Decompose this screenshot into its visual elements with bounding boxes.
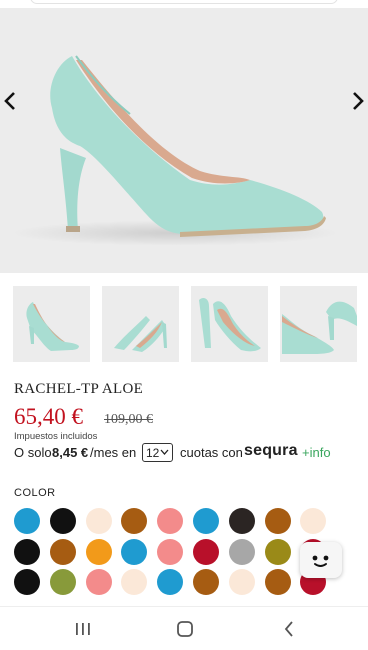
color-swatch[interactable] — [228, 538, 255, 565]
android-nav-bar — [0, 606, 368, 650]
current-price: 65,40 € — [14, 404, 83, 429]
prev-image-button[interactable] — [0, 86, 24, 116]
color-swatch[interactable] — [49, 569, 76, 595]
monthly-amount: 8,45 € — [52, 445, 89, 460]
color-swatch[interactable] — [157, 538, 184, 565]
product-name: RACHEL-TP ALOE — [14, 381, 144, 397]
shoe-image — [50, 55, 326, 237]
thumbnail-3[interactable] — [191, 286, 268, 362]
original-price: 109,00 € — [104, 412, 153, 427]
color-swatch[interactable] — [121, 569, 148, 595]
color-swatch[interactable] — [228, 569, 255, 595]
thumbnail-4[interactable] — [280, 286, 357, 362]
color-swatch[interactable] — [85, 508, 112, 534]
color-swatch[interactable] — [264, 508, 291, 534]
color-swatch[interactable] — [121, 508, 148, 534]
thumbnail-strip — [13, 286, 357, 362]
color-swatch[interactable] — [85, 538, 112, 565]
chevron-down-icon — [160, 449, 169, 455]
sequra-logo: sequra — [244, 442, 298, 459]
product-main-image — [0, 8, 368, 273]
chatbot-button[interactable] — [300, 542, 342, 578]
chevron-right-icon — [353, 92, 364, 110]
color-swatch[interactable] — [264, 569, 291, 595]
more-info-link[interactable]: +info — [302, 445, 331, 460]
color-swatch[interactable] — [14, 538, 40, 565]
financing-prefix: O solo — [14, 445, 52, 460]
chatbot-face-icon — [312, 555, 329, 567]
color-swatch[interactable] — [49, 508, 76, 534]
color-swatch[interactable] — [49, 538, 76, 565]
recents-button[interactable] — [73, 619, 93, 639]
next-image-button[interactable] — [344, 86, 368, 116]
color-swatch[interactable] — [193, 508, 219, 534]
months-select[interactable]: 12 — [142, 443, 173, 462]
color-section-title: COLOR — [14, 487, 56, 499]
per-month-label: /mes en — [90, 445, 137, 460]
recents-icon — [76, 623, 90, 635]
shoe-thumbnail — [199, 298, 261, 352]
back-icon — [284, 621, 293, 637]
color-swatch[interactable] — [193, 538, 219, 565]
address-bar-edge — [30, 0, 338, 4]
color-swatch[interactable] — [14, 508, 40, 534]
color-swatch[interactable] — [264, 538, 291, 565]
home-icon — [177, 621, 193, 637]
thumbnail-1[interactable] — [13, 286, 90, 362]
shoe-thumbnail — [282, 301, 357, 354]
installments-label: cuotas con — [180, 445, 243, 460]
tax-note: Impuestos incluidos — [14, 431, 98, 442]
color-swatch[interactable] — [14, 569, 40, 595]
home-button[interactable] — [175, 619, 195, 639]
color-swatch[interactable] — [157, 508, 184, 534]
shoe-thumbnail — [26, 302, 80, 351]
color-swatch[interactable] — [300, 508, 327, 534]
chevron-left-icon — [4, 92, 15, 110]
shoe-thumbnail — [114, 316, 167, 352]
color-swatch[interactable] — [121, 538, 148, 565]
color-swatch[interactable] — [85, 569, 112, 595]
thumbnail-2[interactable] — [102, 286, 179, 362]
browser-top-bar — [0, 0, 368, 8]
months-select-value: 12 — [146, 446, 160, 460]
back-button[interactable] — [279, 619, 299, 639]
color-swatch[interactable] — [228, 508, 255, 534]
color-swatch[interactable] — [193, 569, 219, 595]
color-swatch[interactable] — [157, 569, 184, 595]
